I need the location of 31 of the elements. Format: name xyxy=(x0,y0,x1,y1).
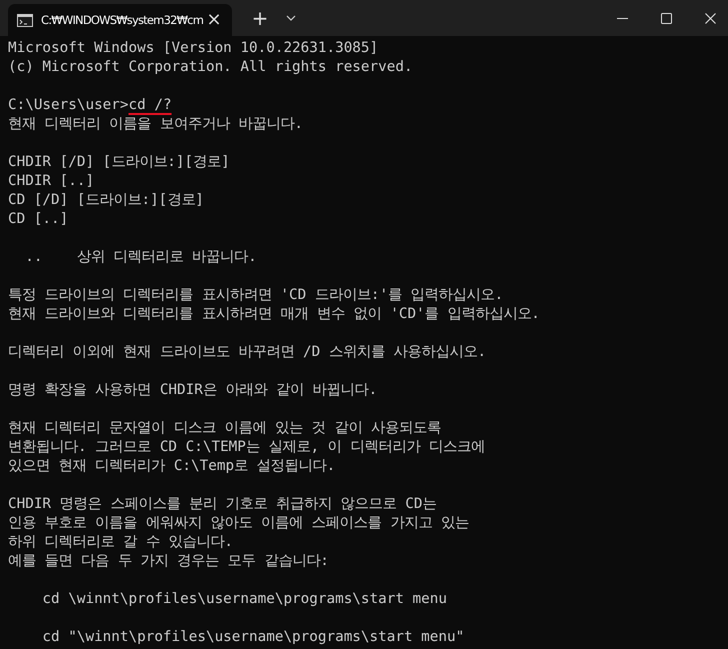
output-line: Microsoft Windows [Version 10.0.22631.3085] xyxy=(8,40,378,56)
close-tab-button[interactable]: × xyxy=(204,10,224,30)
output-line: (c) Microsoft Corporation. All rights reserved. xyxy=(8,59,413,75)
output-line: CHDIR [/D] [드라이브:][경로] xyxy=(8,154,230,170)
maximize-icon[interactable] xyxy=(661,12,672,24)
output-line: 디렉터리 이외에 현재 드라이브도 바꾸려면 /D 스위치를 사용하십시오. xyxy=(8,344,486,360)
output-line: 특정 드라이브의 디렉터리를 표시하려면 'CD 드라이브:'를 입력하십시오. xyxy=(8,287,504,303)
new-tab-button[interactable]: + xyxy=(244,7,276,29)
output-line: .. 상위 디렉터리로 바꿉니다. xyxy=(24,249,257,265)
typed-command: cd /? xyxy=(128,97,172,113)
output-line: 인용 부호로 이름을 에워싸지 않아도 이름에 스페이스를 가지고 있는 xyxy=(8,515,469,531)
close-icon[interactable] xyxy=(705,12,716,24)
output-line: 현재 디렉터리 이름을 보여주거나 바꿉니다. xyxy=(8,116,304,132)
output-line: CHDIR [..] xyxy=(8,173,94,189)
terminal-tab[interactable]: C:₩WINDOWS₩system32₩cm × xyxy=(8,4,232,36)
terminal-icon xyxy=(17,14,33,26)
output-line: 하위 디렉터리로 갈 수 있습니다. xyxy=(8,534,234,550)
output-line: CD [..] xyxy=(8,211,68,227)
output-line: CHDIR 명령은 스페이스를 분리 기호로 취급하지 않으므로 CD는 xyxy=(8,496,437,512)
output-line: 예를 들면 다음 두 가지 경우는 모두 같습니다: xyxy=(8,553,329,569)
output-line: 변환됩니다. 그러므로 CD C:\TEMP는 실제로, 이 디렉터리가 디스크에 xyxy=(8,439,485,455)
output-line: 현재 디렉터리 문자열이 디스크 이름에 있는 것 같이 사용되도록 xyxy=(8,420,441,436)
output-line: cd \winnt\profiles\username\programs\start menu xyxy=(41,591,447,607)
chevron-down-icon[interactable] xyxy=(286,15,296,21)
output-line: cd "\winnt\profiles\username\programs\start menu" xyxy=(41,629,464,645)
prompt-path: C:\Users\user> xyxy=(8,97,129,113)
output-line: 명령 확장을 사용하면 CHDIR은 아래와 같이 바뀝니다. xyxy=(8,382,378,398)
output-line: CD [/D] [드라이브:][경로] xyxy=(8,192,204,208)
output-line: 현재 드라이브와 디렉터리를 표시하려면 매개 변수 없이 'CD'를 입력하십시오. xyxy=(8,306,540,322)
tab-title: C:₩WINDOWS₩system32₩cm xyxy=(41,13,204,27)
output-line: 있으면 현재 디렉터리가 C:\Temp로 설정됩니다. xyxy=(8,458,336,474)
